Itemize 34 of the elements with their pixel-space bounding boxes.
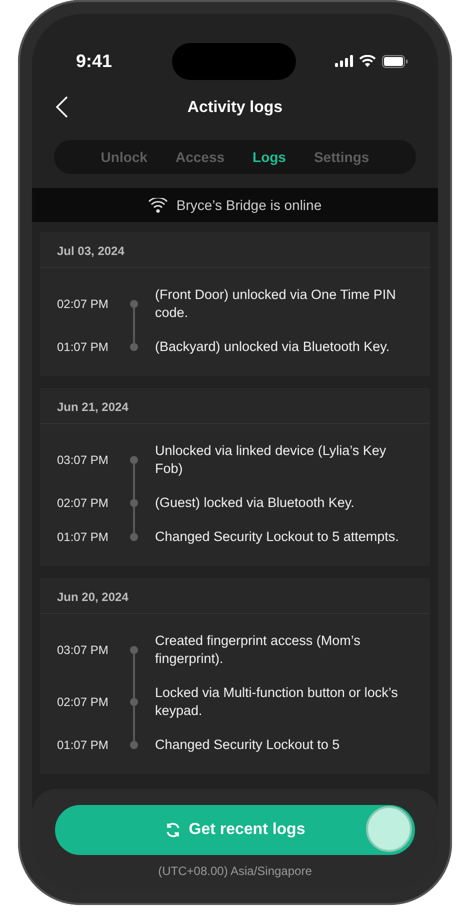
- log-time: 02:07 PM: [57, 496, 110, 510]
- timezone-text: (UTC+08.00) Asia/Singapore: [158, 864, 312, 878]
- log-text: Created fingerprint access (Mom’s fingerprint).: [155, 632, 362, 668]
- log-date: Jun 20, 2024: [40, 578, 430, 614]
- tab[interactable]: Unlock: [90, 145, 158, 169]
- log-text: (Guest) locked via Bluetooth Key.: [155, 494, 356, 512]
- log-time: 01:07 PM: [57, 530, 110, 544]
- log-time: 01:07 PM: [57, 340, 110, 354]
- wifi-icon: [148, 198, 168, 212]
- log-time: 03:07 PM: [57, 643, 110, 657]
- log-text: Unlocked via linked device (Lylia’s Key Fob): [155, 442, 388, 478]
- log-text: Changed Security Lockout to 5 attempts.: [155, 528, 400, 546]
- status-time: 9:41: [76, 50, 112, 72]
- tab[interactable]: Settings: [304, 145, 380, 169]
- wifi-icon: [359, 55, 376, 67]
- log-date: Jul 03, 2024: [40, 232, 430, 268]
- log-date: Jun 21, 2024: [40, 388, 430, 424]
- log-time: 02:07 PM: [57, 297, 110, 311]
- battery-icon: [382, 54, 408, 68]
- back-icon[interactable]: [56, 96, 68, 118]
- connection-status: Bryce’s Bridge is online: [176, 197, 322, 213]
- log-text: Locked via Multi-function button or lock’s keypad.: [155, 684, 399, 720]
- log-text: Changed Security Lockout to 5: [155, 736, 341, 754]
- tab[interactable]: Logs: [242, 145, 296, 169]
- signal-icon: [335, 55, 353, 67]
- tab[interactable]: Access: [165, 145, 235, 169]
- log-time: 02:07 PM: [57, 695, 110, 709]
- log-text: (Backyard) unlocked via Bluetooth Key.: [155, 338, 391, 356]
- log-time: 03:07 PM: [57, 453, 110, 467]
- refresh-icon: [164, 822, 181, 838]
- page-title: Activity logs: [187, 98, 283, 116]
- log-text: (Front Door) unlocked via One Time PIN code.: [155, 286, 397, 322]
- log-time: 01:07 PM: [57, 738, 110, 752]
- get-logs-button[interactable]: Get recent logs: [55, 805, 415, 855]
